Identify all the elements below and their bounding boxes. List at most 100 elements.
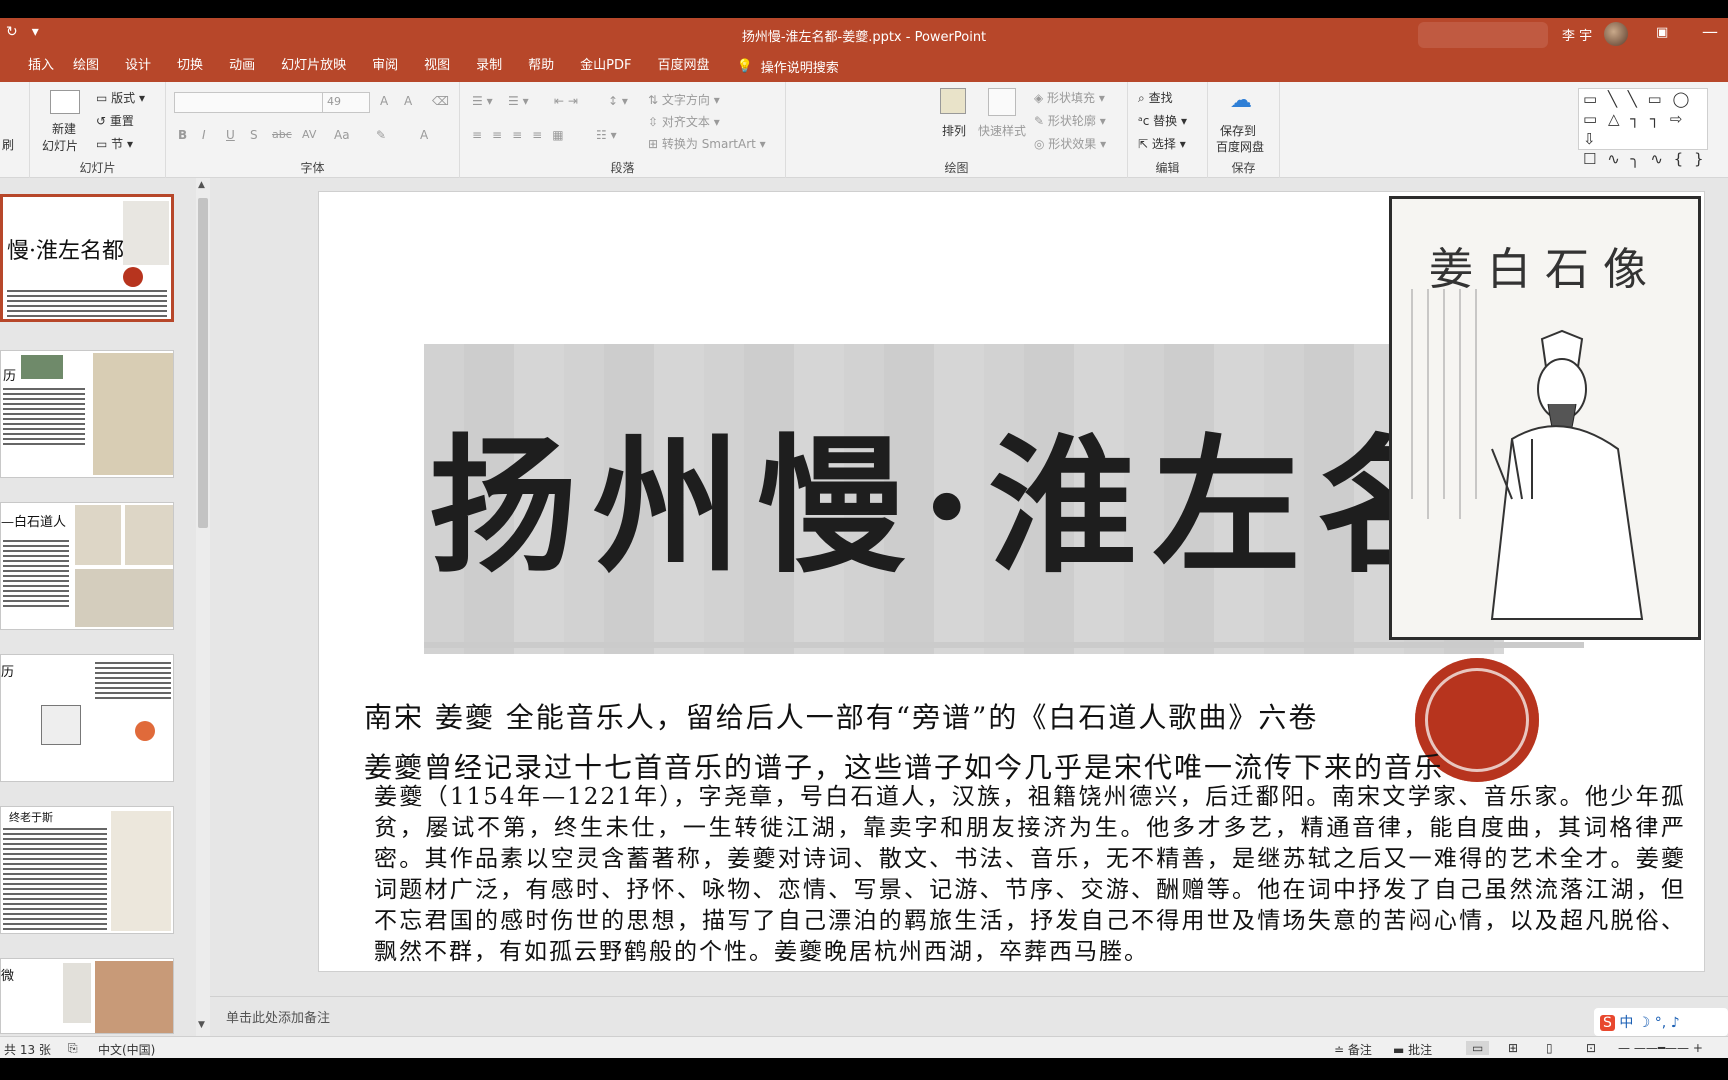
slide-line-2[interactable]: 姜夔曾经记录过十七首音乐的谱子，这些谱子如今几乎是宋代唯一流传下来的音乐	[364, 746, 1444, 786]
notes-icon: ≐	[1334, 1043, 1345, 1057]
grow-font-button[interactable]: A	[380, 94, 388, 108]
quick-styles-button[interactable]: 快速样式	[978, 122, 1026, 139]
thumbnail-text-lines	[7, 287, 167, 317]
user-name[interactable]: 李 宇	[1562, 25, 1592, 44]
tab-view[interactable]: 视图	[411, 50, 463, 82]
tab-design[interactable]: 设计	[112, 50, 164, 82]
font-group-label: 字体	[300, 161, 325, 175]
ime-toolbar[interactable]: S 中 ☽ °, ♪	[1594, 1008, 1728, 1036]
slideshow-icon[interactable]: ⊡	[1586, 1041, 1596, 1055]
scrollbar-thumb[interactable]	[198, 198, 208, 528]
shape-fill-button[interactable]: ◈ 形状填充 ▾	[1034, 89, 1105, 106]
scroll-down-icon[interactable]: ▼	[198, 1020, 205, 1030]
slide-bio-text[interactable]: 姜夔（1154年—1221年），字尧章，号白石道人，汉族，祖籍饶州德兴，后迁鄱阳…	[374, 782, 1686, 968]
thumbnail-3[interactable]: —白石道人	[0, 502, 174, 630]
shadow-button[interactable]: S	[250, 128, 258, 142]
minimize-icon[interactable]: —	[1702, 22, 1718, 41]
thumbnail-image	[41, 705, 81, 745]
find-button[interactable]: ⌕ 查找	[1138, 89, 1173, 106]
section-button[interactable]: ▭ 节 ▾	[96, 135, 133, 152]
zoom-slider[interactable]: — ——━—— +	[1618, 1041, 1703, 1055]
thumbnail-6[interactable]: 微	[0, 958, 174, 1034]
align-text-button[interactable]: ⇳ 对齐文本 ▾	[648, 113, 720, 130]
thumbnail-title: —白石道人	[1, 515, 67, 530]
slide-line-1[interactable]: 南宋 姜夔 全能音乐人，留给后人一部有“旁谱”的《白石道人歌曲》六卷	[364, 696, 1318, 736]
format-painter-fragment[interactable]: 刷	[2, 136, 14, 153]
slide-sorter-icon[interactable]: ⊞	[1508, 1041, 1518, 1055]
editing-group: ⌕ 查找 ᵃc 替换 ▾ ⇱ 选择 ▾ 编辑	[1128, 82, 1208, 178]
notes-pane[interactable]: 单击此处添加备注	[210, 996, 1728, 1036]
reading-view-icon[interactable]: ▯	[1546, 1041, 1553, 1055]
tab-review[interactable]: 审阅	[359, 50, 411, 82]
decrease-indent-icon[interactable]: ⇤ ⇥	[554, 94, 578, 108]
slide-canvas[interactable]: 扬州慢·淮左名都 姜白石像 南宋 姜夔 全能音乐人，留给后人一部有“旁谱”的《白…	[318, 191, 1705, 972]
normal-view-icon[interactable]: ▭	[1466, 1041, 1490, 1055]
tab-record[interactable]: 录制	[463, 50, 515, 82]
font-color-button[interactable]: A	[420, 128, 428, 142]
thumbnail-title: 历	[1, 665, 15, 680]
new-slide-label-1[interactable]: 新建	[52, 120, 76, 137]
smartart-button[interactable]: ⊞ 转换为 SmartArt ▾	[648, 135, 766, 152]
banner-stripe-bottom	[424, 642, 1584, 648]
tab-baidu-netdisk[interactable]: 百度网盘	[644, 50, 722, 82]
arrange-button[interactable]: 排列	[942, 122, 966, 139]
character-spacing-button[interactable]: AV	[302, 128, 316, 141]
columns-icon[interactable]: ☷ ▾	[596, 128, 617, 142]
thumbnail-2[interactable]: 历	[0, 350, 174, 478]
editing-group-label: 编辑	[1155, 161, 1180, 175]
slides-group: 新建 幻灯片 ▭ 版式 ▾ ↺ 重置 ▭ 节 ▾ 幻灯片	[30, 82, 166, 178]
underline-button[interactable]: U	[226, 128, 235, 142]
tab-draw[interactable]: 绘图	[60, 50, 112, 82]
ribbon: 刷 新建 幻灯片 ▭ 版式 ▾ ↺ 重置 ▭ 节 ▾ 幻灯片 49 A A ⌫ …	[0, 82, 1728, 178]
reset-button[interactable]: ↺ 重置	[96, 112, 134, 129]
ribbon-display-options-icon[interactable]: ▣	[1656, 25, 1668, 40]
scroll-up-icon[interactable]: ▲	[198, 180, 205, 190]
thumbnail-5[interactable]: 终老于斯	[0, 806, 174, 934]
tab-insert[interactable]: 插入	[0, 50, 60, 82]
avatar[interactable]	[1604, 22, 1628, 46]
bullets-icon[interactable]: ☰ ▾	[472, 94, 493, 108]
font-size-combo[interactable]: 49	[322, 92, 370, 113]
select-button[interactable]: ⇱ 选择 ▾	[1138, 135, 1186, 152]
change-case-button[interactable]: Aa	[334, 128, 350, 142]
shapes-gallery[interactable]: ▭ ╲ ╲ ▭ ◯ ▭ △ ┐ ┐ ⇨ ⇩ ☐ ∿ ╮ ∿ { }	[1578, 88, 1708, 168]
thumbnail-title: 微	[1, 969, 15, 984]
line-spacing-icon[interactable]: ↕ ▾	[608, 94, 628, 108]
shape-effects-button[interactable]: ◎ 形状效果 ▾	[1034, 135, 1106, 152]
notes-button[interactable]: ≐ 备注	[1334, 1041, 1372, 1058]
thumbnail-1[interactable]: 慢·淮左名都	[0, 194, 174, 322]
tell-me-search[interactable]: 💡 操作说明搜索	[723, 57, 839, 76]
slide-thumbnails-pane[interactable]: 慢·淮左名都 历 —白石道人 历 终老于斯 微	[0, 178, 196, 1036]
tab-transitions[interactable]: 切换	[164, 50, 216, 82]
tab-help[interactable]: 帮助	[515, 50, 567, 82]
language-indicator[interactable]: 中文(中国)	[98, 1041, 155, 1058]
clear-format-icon[interactable]: ⌫	[432, 94, 449, 108]
thumbnail-text-lines	[3, 385, 85, 445]
italic-button[interactable]: I	[202, 128, 206, 142]
shape-outline-button[interactable]: ✎ 形状轮廓 ▾	[1034, 112, 1106, 129]
bold-button[interactable]: B	[178, 128, 187, 142]
highlight-icon[interactable]: ✎	[376, 128, 386, 142]
title-bar: ↻ ▾ 扬州慢-淮左名都-姜夔.pptx - PowerPoint 李 宇 ▣ …	[0, 18, 1728, 50]
save-to-label-2[interactable]: 百度网盘	[1216, 138, 1264, 155]
shrink-font-button[interactable]: A	[404, 94, 412, 108]
portrait-image[interactable]: 姜白石像	[1389, 196, 1701, 640]
tab-animations[interactable]: 动画	[216, 50, 268, 82]
new-slide-label-2[interactable]: 幻灯片	[42, 137, 78, 154]
numbering-icon[interactable]: ☰ ▾	[508, 94, 529, 108]
replace-button[interactable]: ᵃc 替换 ▾	[1138, 112, 1187, 129]
thumbnail-stamp	[123, 267, 143, 287]
tab-slideshow[interactable]: 幻灯片放映	[268, 50, 359, 82]
alignment-icons[interactable]: ≡≡≡≡▦	[472, 128, 574, 142]
save-to-label-1[interactable]: 保存到	[1220, 122, 1256, 139]
spellcheck-icon[interactable]: ⎘	[68, 1041, 78, 1056]
font-name-combo[interactable]	[174, 92, 326, 113]
comments-button[interactable]: ▬ 批注	[1393, 1041, 1432, 1058]
thumbnail-4[interactable]: 历	[0, 654, 174, 782]
notes-placeholder: 单击此处添加备注	[226, 1011, 331, 1026]
text-direction-button[interactable]: ⇅ 文字方向 ▾	[648, 91, 720, 108]
thumbnail-scrollbar[interactable]: ▲ ▼	[196, 178, 210, 1036]
layout-button[interactable]: ▭ 版式 ▾	[96, 89, 145, 106]
tab-kingsoft-pdf[interactable]: 金山PDF	[567, 50, 644, 82]
strikethrough-button[interactable]: abc	[272, 128, 292, 141]
